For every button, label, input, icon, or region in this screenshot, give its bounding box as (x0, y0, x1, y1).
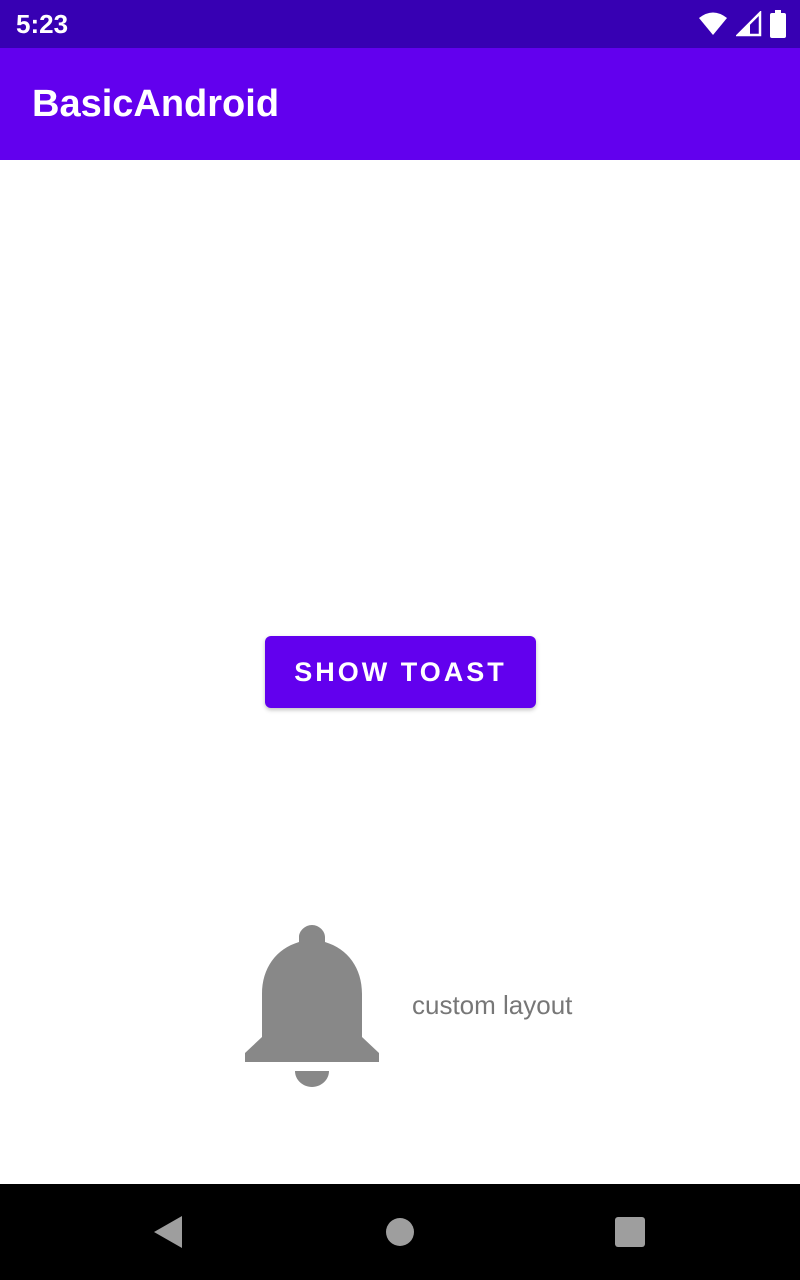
recents-icon[interactable] (610, 1212, 650, 1252)
custom-toast-layout: custom layout (245, 925, 605, 1095)
cell-signal-icon (736, 11, 762, 37)
status-time: 5:23 (16, 9, 69, 39)
status-bar: 5:23 (0, 0, 800, 48)
app-title: BasicAndroid (32, 83, 280, 125)
bell-icon (245, 925, 379, 1087)
app-bar: BasicAndroid (0, 48, 800, 160)
home-icon[interactable] (380, 1212, 420, 1252)
toast-text: custom layout (412, 990, 573, 1020)
battery-icon (770, 10, 786, 38)
status-icons (698, 10, 786, 38)
navigation-bar (0, 1184, 800, 1280)
main-content: SHOW TOAST custom layout (0, 160, 800, 1184)
back-icon[interactable] (150, 1212, 190, 1252)
show-toast-button[interactable]: SHOW TOAST (265, 636, 536, 708)
wifi-icon (699, 12, 727, 35)
